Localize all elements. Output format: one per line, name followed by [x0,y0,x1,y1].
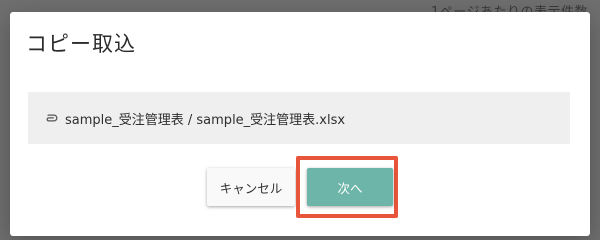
cancel-button[interactable]: キャンセル [207,168,295,206]
copy-import-dialog: コピー取込 sample_受注管理表 / sample_受注管理表.xlsx キ… [10,12,590,236]
file-name: sample_受注管理表 / sample_受注管理表.xlsx [65,112,346,128]
dialog-title: コピー取込 [26,32,136,56]
selected-file-box: sample_受注管理表 / sample_受注管理表.xlsx [28,92,570,144]
paperclip-icon [43,110,59,126]
next-button[interactable]: 次へ [307,168,393,206]
